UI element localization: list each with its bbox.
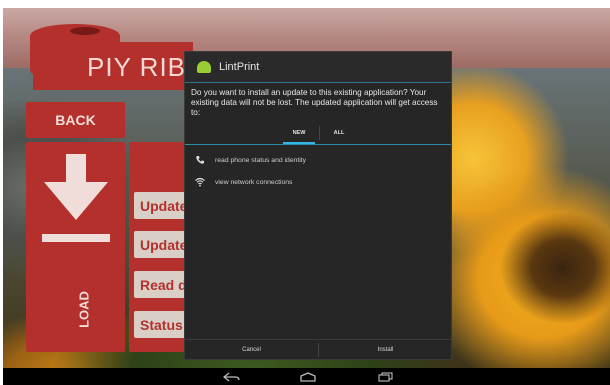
download-arrow-icon [42,154,110,242]
dialog-title: LintPrint [219,61,260,73]
navigation-bar [3,368,610,385]
dialog-header: LintPrint [185,52,451,82]
dialog-title-divider [185,82,451,83]
tab-new[interactable]: NEW [279,122,319,144]
android-app-icon [197,61,211,73]
dialog-button-bar: Cancel Install [185,339,451,359]
tab-all[interactable]: ALL [319,122,359,144]
load-button[interactable]: LOAD [26,142,125,352]
install-dialog: LintPrint Do you want to install an upda… [184,51,452,360]
permission-tabs: NEW ALL [185,122,451,144]
back-icon[interactable] [221,369,243,384]
recents-icon[interactable] [375,369,397,384]
load-label: LOAD [76,291,92,328]
dialog-message: Do you want to install an update to this… [191,88,438,117]
device-screen: PIY RIBBO BACK LOAD Update Update Read d… [3,8,610,385]
tabs-underline [185,144,451,145]
permission-label: read phone status and identity [215,156,307,164]
wifi-icon [193,175,207,189]
cancel-button[interactable]: Cancel [185,340,318,360]
home-icon[interactable] [297,369,319,384]
phone-icon [193,153,207,167]
permission-item: read phone status and identity [193,153,306,167]
back-button[interactable]: BACK [26,102,125,138]
permission-item: view network connections [193,175,292,189]
install-button[interactable]: Install [319,340,452,360]
permission-label: view network connections [215,178,293,186]
